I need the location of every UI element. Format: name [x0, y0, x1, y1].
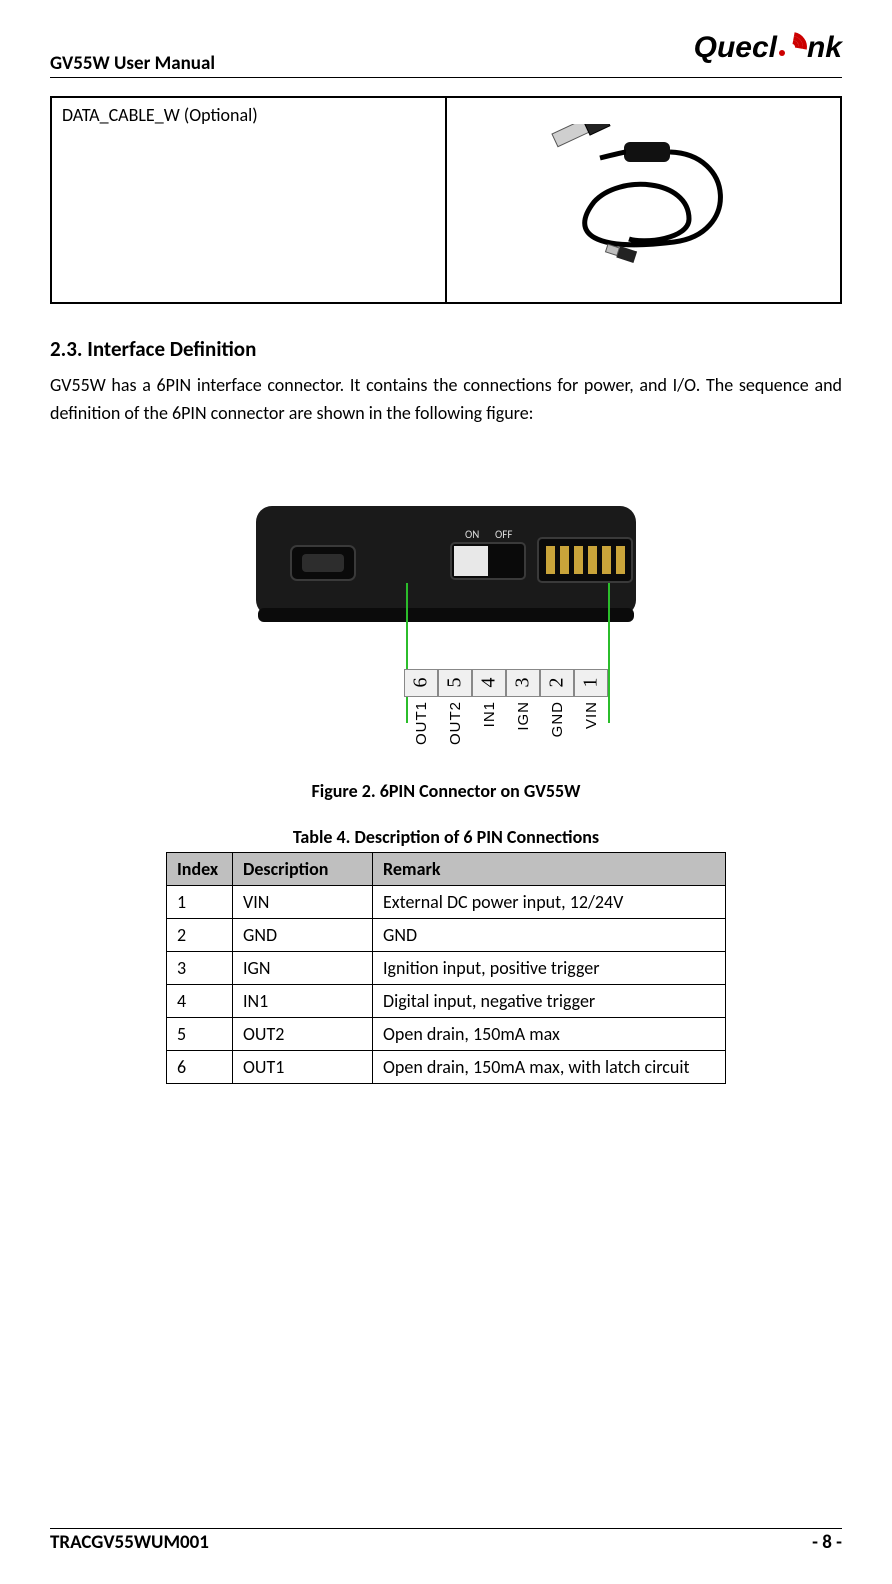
table-row: 1VINExternal DC power input, 12/24V: [167, 885, 726, 918]
th-index: Index: [167, 852, 233, 885]
section-heading: 2.3. Interface Definition: [50, 336, 842, 362]
pin-num-3: 3: [512, 678, 535, 688]
connector-figure: ON OFF 6 5 4 3 2 1 OUT1 OUT2 IN1: [50, 488, 842, 750]
pin-num-6: 6: [410, 678, 433, 688]
accessory-image-cell: [446, 97, 841, 303]
accessory-label-cell: DATA_CABLE_W (Optional): [51, 97, 446, 303]
page-header: GV55W User Manual Quecl nk: [50, 30, 842, 78]
table-row: 2GNDGND: [167, 918, 726, 951]
pin-number-row: 6 5 4 3 2 1: [236, 669, 656, 697]
pin-name-gnd: GND: [549, 701, 566, 737]
table-row: 6OUT1Open drain, 150mA max, with latch c…: [167, 1050, 726, 1083]
section-paragraph: GV55W has a 6PIN interface connector. It…: [50, 372, 842, 428]
pin-description-table: Index Description Remark 1VINExternal DC…: [166, 852, 726, 1084]
usb-cable-icon: [534, 124, 754, 274]
optional-accessory-table: DATA_CABLE_W (Optional): [50, 96, 842, 304]
th-description: Description: [233, 852, 373, 885]
signal-icon: [773, 30, 809, 66]
pin-name-row: OUT1 OUT2 IN1 IGN GND VIN: [236, 701, 656, 750]
brand-text-part1: Quecl: [694, 31, 777, 65]
document-title: GV55W User Manual: [50, 30, 215, 75]
pin-name-vin: VIN: [583, 701, 600, 729]
pin-name-out2: OUT2: [447, 701, 464, 745]
doc-id: TRACGV55WUM001: [50, 1531, 209, 1554]
table-row: 5OUT2Open drain, 150mA max: [167, 1017, 726, 1050]
pin-num-5: 5: [444, 678, 467, 688]
pin-num-4: 4: [478, 678, 501, 688]
pin-name-in1: IN1: [481, 701, 498, 727]
switch-on-label: ON: [465, 528, 479, 541]
figure-caption: Figure 2. 6PIN Connector on GV55W: [50, 780, 842, 802]
brand-text-part2: nk: [807, 31, 842, 65]
pin-name-out1: OUT1: [413, 701, 430, 745]
brand-logo: Quecl nk: [694, 30, 842, 66]
page-number: - 8 -: [812, 1531, 842, 1554]
table-row: 3IGNIgnition input, positive trigger: [167, 951, 726, 984]
pin-name-ign: IGN: [515, 701, 532, 731]
table-caption: Table 4. Description of 6 PIN Connection…: [50, 826, 842, 848]
th-remark: Remark: [373, 852, 726, 885]
device-image: ON OFF: [236, 488, 656, 658]
pin-num-2: 2: [546, 678, 569, 688]
pin-num-1: 1: [580, 678, 603, 688]
page-footer: TRACGV55WUM001 - 8 -: [50, 1528, 842, 1554]
switch-off-label: OFF: [495, 528, 512, 541]
table-row: 4IN1Digital input, negative trigger: [167, 984, 726, 1017]
